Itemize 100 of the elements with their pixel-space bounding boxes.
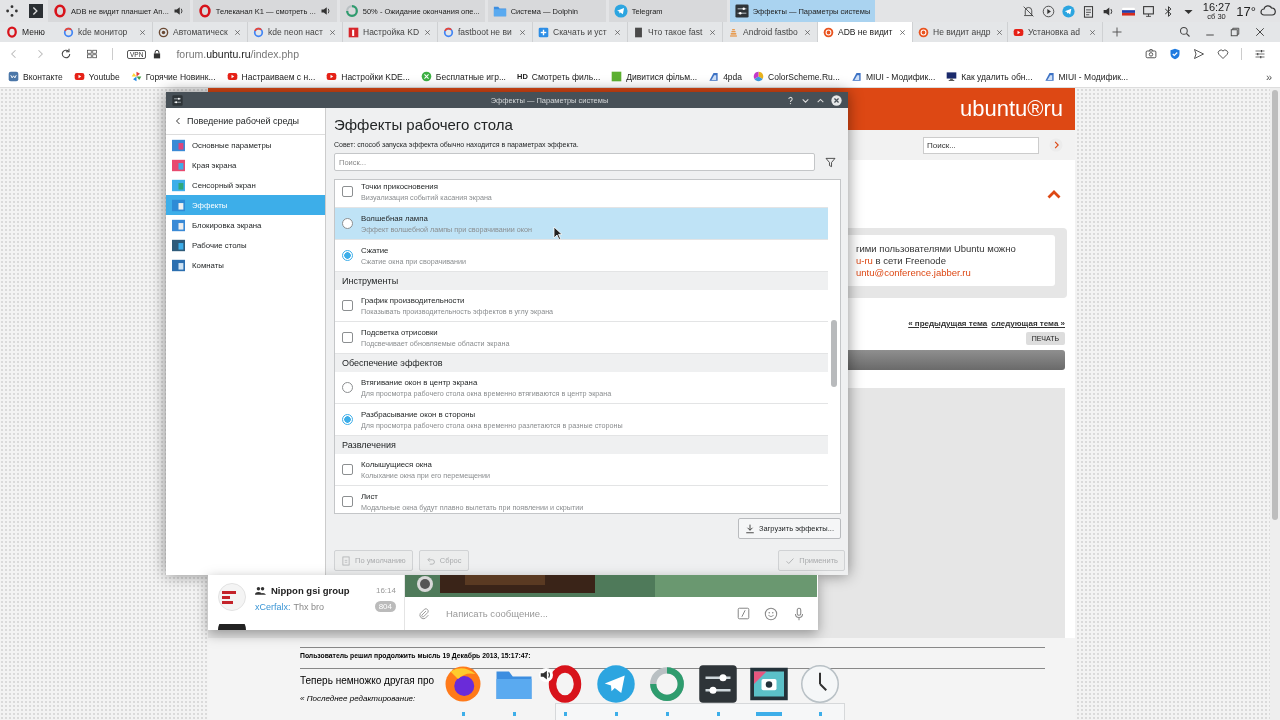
group-header: Инструменты [335, 272, 828, 290]
bookmark[interactable]: 4pda [708, 71, 743, 82]
chevron-left-icon [174, 117, 182, 125]
chat-item[interactable]: Nippon gsi group 16:14 xCerfalx: Thx bro 804 [208, 575, 404, 624]
restore-icon[interactable] [1229, 26, 1241, 38]
paper-plane-icon[interactable] [596, 664, 636, 704]
paper-plane-icon[interactable] [1061, 4, 1075, 18]
sliders-icon [734, 4, 749, 18]
close-icon[interactable] [233, 27, 242, 37]
launcher-icon[interactable] [5, 4, 19, 18]
speaker-icon [172, 5, 185, 17]
radio-button[interactable] [342, 382, 353, 393]
maximize-icon[interactable] [816, 95, 825, 105]
search-icon[interactable] [1179, 26, 1191, 38]
chat-name: Nippon gsi group [271, 585, 351, 596]
tile-icon [172, 218, 185, 232]
checkbox[interactable] [342, 496, 353, 507]
close-icon[interactable] [831, 94, 842, 106]
terminal-icon[interactable] [29, 4, 43, 18]
weather-temperature[interactable]: 17° [1236, 3, 1256, 19]
bell-off-icon[interactable] [1021, 4, 1035, 18]
back-button[interactable]: Поведение рабочей среды [166, 108, 325, 135]
undo-icon [425, 555, 436, 566]
speaker-icon [319, 5, 332, 17]
radio-button[interactable] [342, 250, 353, 261]
collapse-icon[interactable] [1047, 189, 1061, 199]
reload-icon[interactable] [60, 48, 72, 60]
browser-tab[interactable]: ADB не видит [818, 22, 913, 42]
checkbox[interactable] [342, 300, 353, 311]
bookmark[interactable]: ColorScheme.Ru... [753, 71, 840, 82]
filter-icon[interactable] [825, 156, 836, 168]
close-icon[interactable] [138, 27, 147, 37]
previous-topic-link[interactable]: « предыдущая тема [908, 319, 988, 328]
command-icon[interactable] [737, 607, 750, 620]
close-icon[interactable] [423, 27, 432, 37]
radio-button[interactable] [342, 414, 353, 425]
avatar [218, 583, 246, 611]
more-bookmarks-button[interactable]: » [1265, 70, 1272, 83]
close-icon[interactable] [613, 27, 622, 37]
grid-icon[interactable] [86, 48, 98, 60]
square-icon [611, 71, 623, 82]
bookmark[interactable]: Дивитися фільм... [611, 71, 698, 82]
folder-icon [492, 4, 507, 18]
play-icon[interactable] [1041, 4, 1055, 18]
circle-icon [420, 71, 432, 82]
address-field[interactable]: forum.ubuntu.ru/index.php [176, 48, 299, 60]
radio-button[interactable] [342, 218, 353, 229]
close-icon[interactable] [518, 27, 527, 37]
pinwheel-icon [130, 71, 142, 82]
shield-check-icon[interactable] [1169, 48, 1181, 60]
bookmark[interactable]: Вконтакте [8, 71, 63, 82]
close-icon[interactable] [328, 27, 337, 37]
send-icon[interactable] [1193, 48, 1205, 60]
clipboard-icon[interactable] [1081, 4, 1095, 18]
site-logo[interactable]: ubuntu®ru [959, 96, 1063, 122]
flag-icon[interactable] [1121, 4, 1135, 18]
close-icon[interactable] [994, 27, 1004, 37]
close-icon[interactable] [898, 27, 907, 37]
microphone-icon[interactable] [792, 606, 806, 621]
monitor-icon[interactable] [1141, 4, 1155, 18]
unread-count: 804 [374, 601, 396, 612]
bookmark[interactable]: Бесплатные игр... [420, 71, 506, 82]
bookmark[interactable]: Настраиваем с н... [226, 71, 316, 82]
checkbox[interactable] [342, 332, 353, 343]
bookmark[interactable]: Горячие Новинк... [130, 71, 216, 82]
close-icon[interactable] [1254, 26, 1266, 38]
bookmark[interactable]: Youtube [73, 71, 120, 82]
tile-icon [172, 238, 185, 252]
bookmark[interactable]: MIUI - Модифик... [850, 71, 936, 82]
close-icon[interactable] [803, 27, 812, 37]
cloud-icon[interactable] [1260, 3, 1276, 19]
message-preview: Thx bro [293, 601, 326, 612]
arrow-button-icon[interactable] [1049, 138, 1063, 152]
next-topic-link[interactable]: следующая тема » [991, 319, 1065, 328]
menu-button[interactable]: Меню [0, 22, 58, 42]
tile-icon [172, 158, 185, 172]
checkbox[interactable] [342, 186, 353, 197]
orb-icon[interactable] [443, 664, 483, 704]
ring-icon[interactable] [647, 664, 687, 704]
help-icon[interactable] [786, 95, 795, 105]
paperclip-icon[interactable] [417, 607, 430, 620]
clock-icon[interactable] [800, 664, 840, 704]
sliders-icon[interactable] [698, 664, 738, 704]
clock-time[interactable]: 16:27 [1202, 1, 1231, 13]
emoji-icon[interactable] [764, 606, 778, 621]
bookmark[interactable]: MIUI - Модифик... [1043, 71, 1128, 82]
plus-icon[interactable] [1111, 26, 1123, 38]
bookmark[interactable]: Настройки KDE... [326, 71, 410, 82]
sliders-icon[interactable] [1254, 48, 1266, 60]
ring-icon [6, 26, 18, 38]
edit-note: « Последнее редактирование: [300, 694, 417, 703]
close-icon[interactable] [1088, 27, 1097, 37]
bookmark[interactable]: Как удалить обн... [946, 71, 1033, 82]
group-header: Обеспечение эффектов [335, 354, 828, 372]
checkbox[interactable] [342, 464, 353, 475]
ring-icon [53, 4, 67, 18]
heart-icon[interactable] [1217, 48, 1229, 60]
search-field[interactable]: Поиск... [923, 136, 1039, 154]
close-icon[interactable] [708, 27, 717, 37]
scrollbar[interactable] [1270, 88, 1280, 720]
